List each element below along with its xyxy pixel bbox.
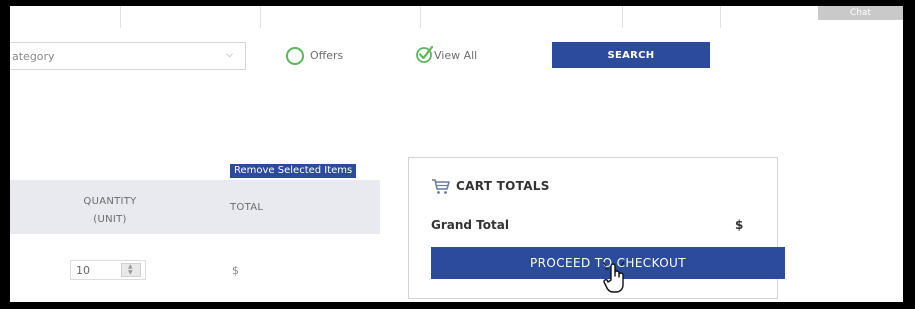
hand-pointer-cursor-icon bbox=[602, 261, 625, 293]
remove-selected-button[interactable]: Remove Selected Items bbox=[230, 164, 357, 178]
nav-divider bbox=[622, 6, 623, 28]
screen: Chat ategory ⌵ Offers View All SEARCH Re… bbox=[10, 6, 903, 302]
total-column-header: TOTAL bbox=[230, 202, 264, 213]
cart-totals-title: CART TOTALS bbox=[456, 179, 550, 193]
search-button[interactable]: SEARCH bbox=[552, 42, 710, 68]
unit-header-label: (UNIT) bbox=[93, 214, 127, 225]
nav-divider bbox=[120, 6, 121, 28]
view-all-checkbox[interactable] bbox=[415, 44, 434, 68]
spinner-arrows[interactable]: ▲ ▼ bbox=[121, 263, 141, 277]
nav-divider bbox=[260, 6, 261, 28]
cart-icon bbox=[432, 179, 450, 194]
cart-totals-panel: CART TOTALS Grand Total $ PROCEED TO CHE… bbox=[408, 157, 785, 299]
category-select[interactable]: ategory ⌵ bbox=[10, 42, 246, 70]
quantity-value: 10 bbox=[76, 264, 90, 277]
circle-check-icon bbox=[416, 45, 434, 63]
cart-table-header: QUANTITY (UNIT) TOTAL bbox=[10, 180, 380, 234]
row-total: $ bbox=[232, 264, 239, 277]
offers-radio[interactable] bbox=[286, 47, 304, 65]
quantity-column-header: QUANTITY (UNIT) bbox=[72, 193, 148, 229]
grand-total-label: Grand Total bbox=[431, 218, 509, 232]
chevron-down-icon: ⌵ bbox=[226, 50, 233, 60]
quantity-stepper[interactable]: 10 ▲ ▼ bbox=[70, 260, 146, 280]
nav-divider bbox=[420, 6, 421, 28]
grand-total-value: $ bbox=[735, 218, 744, 232]
top-nav: Chat bbox=[10, 6, 903, 28]
view-all-label: View All bbox=[434, 49, 478, 62]
quantity-header-label: QUANTITY bbox=[83, 196, 137, 207]
chat-button[interactable]: Chat bbox=[818, 6, 903, 20]
category-select-value: ategory bbox=[12, 50, 55, 63]
nav-divider bbox=[720, 6, 721, 28]
arrow-down-icon[interactable]: ▼ bbox=[128, 270, 133, 276]
offers-label: Offers bbox=[310, 49, 344, 62]
